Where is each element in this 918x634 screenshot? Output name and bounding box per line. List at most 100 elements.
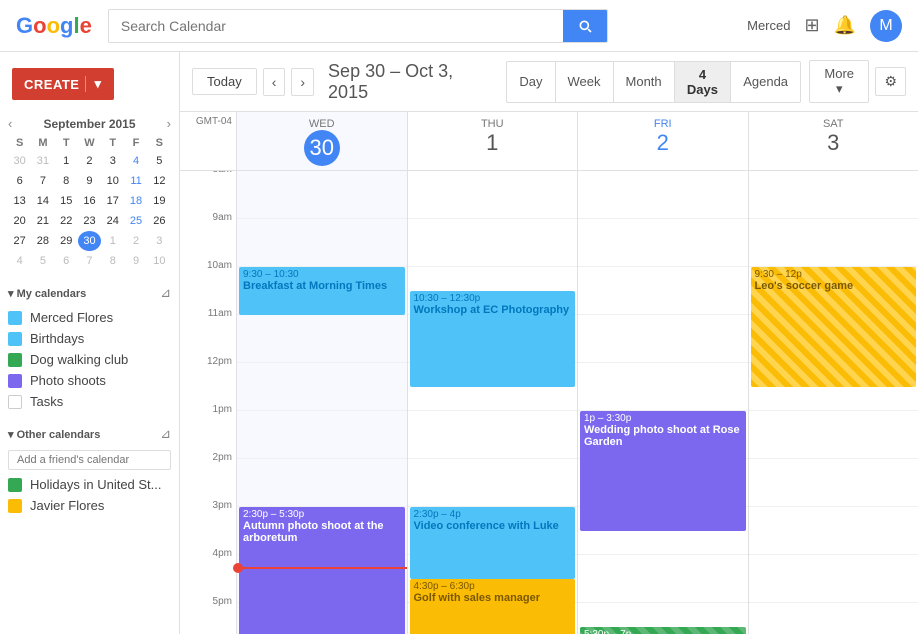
mini-cal-date[interactable]: 14 <box>31 191 54 211</box>
event-olenna[interactable]: 5:30p – 7pMeet Olenna at dog park <box>580 627 746 634</box>
hour-line <box>749 507 918 555</box>
mini-cal-date[interactable]: 19 <box>148 191 171 211</box>
mini-cal-date[interactable]: 25 <box>124 211 147 231</box>
event-soccer[interactable]: 9:30 – 12pLeo's soccer game <box>751 267 917 387</box>
event-video[interactable]: 2:30p – 4pVideo conference with Luke <box>410 507 576 579</box>
my-calendars-toggle[interactable]: ⊿ <box>160 285 171 301</box>
my-calendar-item[interactable]: Photo shoots <box>0 370 179 391</box>
event-title: Autumn photo shoot at the arboretum <box>243 520 401 544</box>
mini-cal-date[interactable]: 20 <box>8 211 31 231</box>
other-calendar-item[interactable]: Javier Flores <box>0 495 179 516</box>
mini-cal-date[interactable]: 23 <box>78 211 101 231</box>
mini-cal-date[interactable]: 1 <box>55 151 78 171</box>
my-calendars-header[interactable]: ▾ My calendars ⊿ <box>0 279 179 307</box>
mini-cal-date[interactable]: 21 <box>31 211 54 231</box>
add-friend-input[interactable] <box>8 450 171 470</box>
mini-cal-date[interactable]: 31 <box>31 151 54 171</box>
mini-cal-date[interactable]: 24 <box>101 211 124 231</box>
other-calendar-item[interactable]: Holidays in United St... <box>0 474 179 495</box>
mini-cal-date[interactable]: 1 <box>101 231 124 251</box>
my-calendar-item[interactable]: Birthdays <box>0 328 179 349</box>
hour-line <box>578 267 748 315</box>
mini-cal-date[interactable]: 29 <box>55 231 78 251</box>
mini-cal-date[interactable]: 8 <box>55 171 78 191</box>
mini-cal-date[interactable]: 17 <box>101 191 124 211</box>
mini-cal-date[interactable]: 18 <box>124 191 147 211</box>
mini-cal-date[interactable]: 9 <box>124 251 147 271</box>
view-agenda[interactable]: Agenda <box>730 61 801 103</box>
create-button[interactable]: CREATE ▾ <box>12 68 114 100</box>
mini-cal-date[interactable]: 6 <box>55 251 78 271</box>
mini-cal-date[interactable]: 10 <box>148 251 171 271</box>
my-calendar-item[interactable]: Tasks <box>0 391 179 412</box>
mini-cal-date[interactable]: 3 <box>101 151 124 171</box>
app-body: CREATE ▾ ‹ September 2015 › SMTWTFS 3031… <box>0 52 918 634</box>
mini-cal-date[interactable]: 30 <box>8 151 31 171</box>
mini-cal-date[interactable]: 6 <box>8 171 31 191</box>
mini-cal-date[interactable]: 7 <box>31 171 54 191</box>
notifications-icon[interactable]: 🔔 <box>834 15 856 36</box>
other-calendars-toggle[interactable]: ⊿ <box>160 426 171 442</box>
apps-icon[interactable]: ⊞ <box>804 15 819 36</box>
mini-cal-date[interactable]: 9 <box>78 171 101 191</box>
view-week[interactable]: Week <box>555 61 613 103</box>
event-golf[interactable]: 4:30p – 6:30pGolf with sales manager <box>410 579 576 634</box>
event-title: Leo's soccer game <box>755 280 913 292</box>
calendar-color-swatch <box>8 311 22 325</box>
view-day[interactable]: Day <box>506 61 554 103</box>
day-header-fri: FRI 2 <box>577 112 748 170</box>
mini-cal-date[interactable]: 15 <box>55 191 78 211</box>
next-button[interactable]: › <box>291 68 314 96</box>
my-calendar-item[interactable]: Dog walking club <box>0 349 179 370</box>
mini-cal-date[interactable]: 2 <box>78 151 101 171</box>
mini-cal-date[interactable]: 2 <box>124 231 147 251</box>
mini-cal-date[interactable]: 30 <box>78 231 101 251</box>
mini-cal-prev[interactable]: ‹ <box>8 116 12 131</box>
calendar-color-swatch <box>8 374 22 388</box>
calendar-label: Holidays in United St... <box>30 477 162 492</box>
hour-line <box>749 459 918 507</box>
search-button[interactable] <box>563 10 607 42</box>
sidebar: CREATE ▾ ‹ September 2015 › SMTWTFS 3031… <box>0 52 180 634</box>
mini-cal-date[interactable]: 12 <box>148 171 171 191</box>
mini-cal-date[interactable]: 4 <box>8 251 31 271</box>
prev-button[interactable]: ‹ <box>263 68 286 96</box>
sat-day-num: 3 <box>749 130 918 156</box>
view-4days[interactable]: 4 Days <box>674 61 731 103</box>
event-breakfast[interactable]: 9:30 – 10:30Breakfast at Morning Times <box>239 267 405 315</box>
mini-cal-grid: SMTWTFS 30311234567891011121314151617181… <box>8 135 171 271</box>
event-autumn[interactable]: 2:30p – 5:30pAutumn photo shoot at the a… <box>239 507 405 634</box>
hour-line <box>578 315 748 363</box>
mini-cal-date[interactable]: 27 <box>8 231 31 251</box>
mini-cal-date[interactable]: 7 <box>78 251 101 271</box>
mini-cal-date[interactable]: 8 <box>101 251 124 271</box>
mini-cal-date[interactable]: 5 <box>148 151 171 171</box>
my-calendars-label: ▾ My calendars <box>8 287 86 300</box>
mini-cal-date[interactable]: 26 <box>148 211 171 231</box>
mini-cal-date[interactable]: 3 <box>148 231 171 251</box>
mini-cal-date[interactable]: 11 <box>124 171 147 191</box>
mini-cal-date[interactable]: 10 <box>101 171 124 191</box>
mini-cal-date[interactable]: 4 <box>124 151 147 171</box>
event-wedding[interactable]: 1p – 3:30pWedding photo shoot at Rose Ga… <box>580 411 746 531</box>
view-month[interactable]: Month <box>613 61 674 103</box>
other-calendars-header[interactable]: ▾ Other calendars ⊿ <box>0 420 179 448</box>
avatar[interactable]: M <box>870 10 902 42</box>
sat-day-name: SAT <box>749 118 918 130</box>
mini-cal-date[interactable]: 28 <box>31 231 54 251</box>
event-time: 2:30p – 5:30p <box>243 509 401 520</box>
today-button[interactable]: Today <box>192 68 257 95</box>
more-button[interactable]: More ▾ <box>809 60 869 103</box>
event-workshop[interactable]: 10:30 – 12:30pWorkshop at EC Photography <box>410 291 576 387</box>
my-calendar-item[interactable]: Merced Flores <box>0 307 179 328</box>
mini-cal-date[interactable]: 13 <box>8 191 31 211</box>
mini-cal-date[interactable]: 16 <box>78 191 101 211</box>
event-title: Workshop at EC Photography <box>414 304 572 316</box>
mini-cal-next[interactable]: › <box>167 116 171 131</box>
hour-line <box>408 459 578 507</box>
hour-line <box>237 459 407 507</box>
search-input[interactable] <box>109 10 563 42</box>
settings-button[interactable]: ⚙ <box>875 67 906 96</box>
mini-cal-date[interactable]: 22 <box>55 211 78 231</box>
mini-cal-date[interactable]: 5 <box>31 251 54 271</box>
